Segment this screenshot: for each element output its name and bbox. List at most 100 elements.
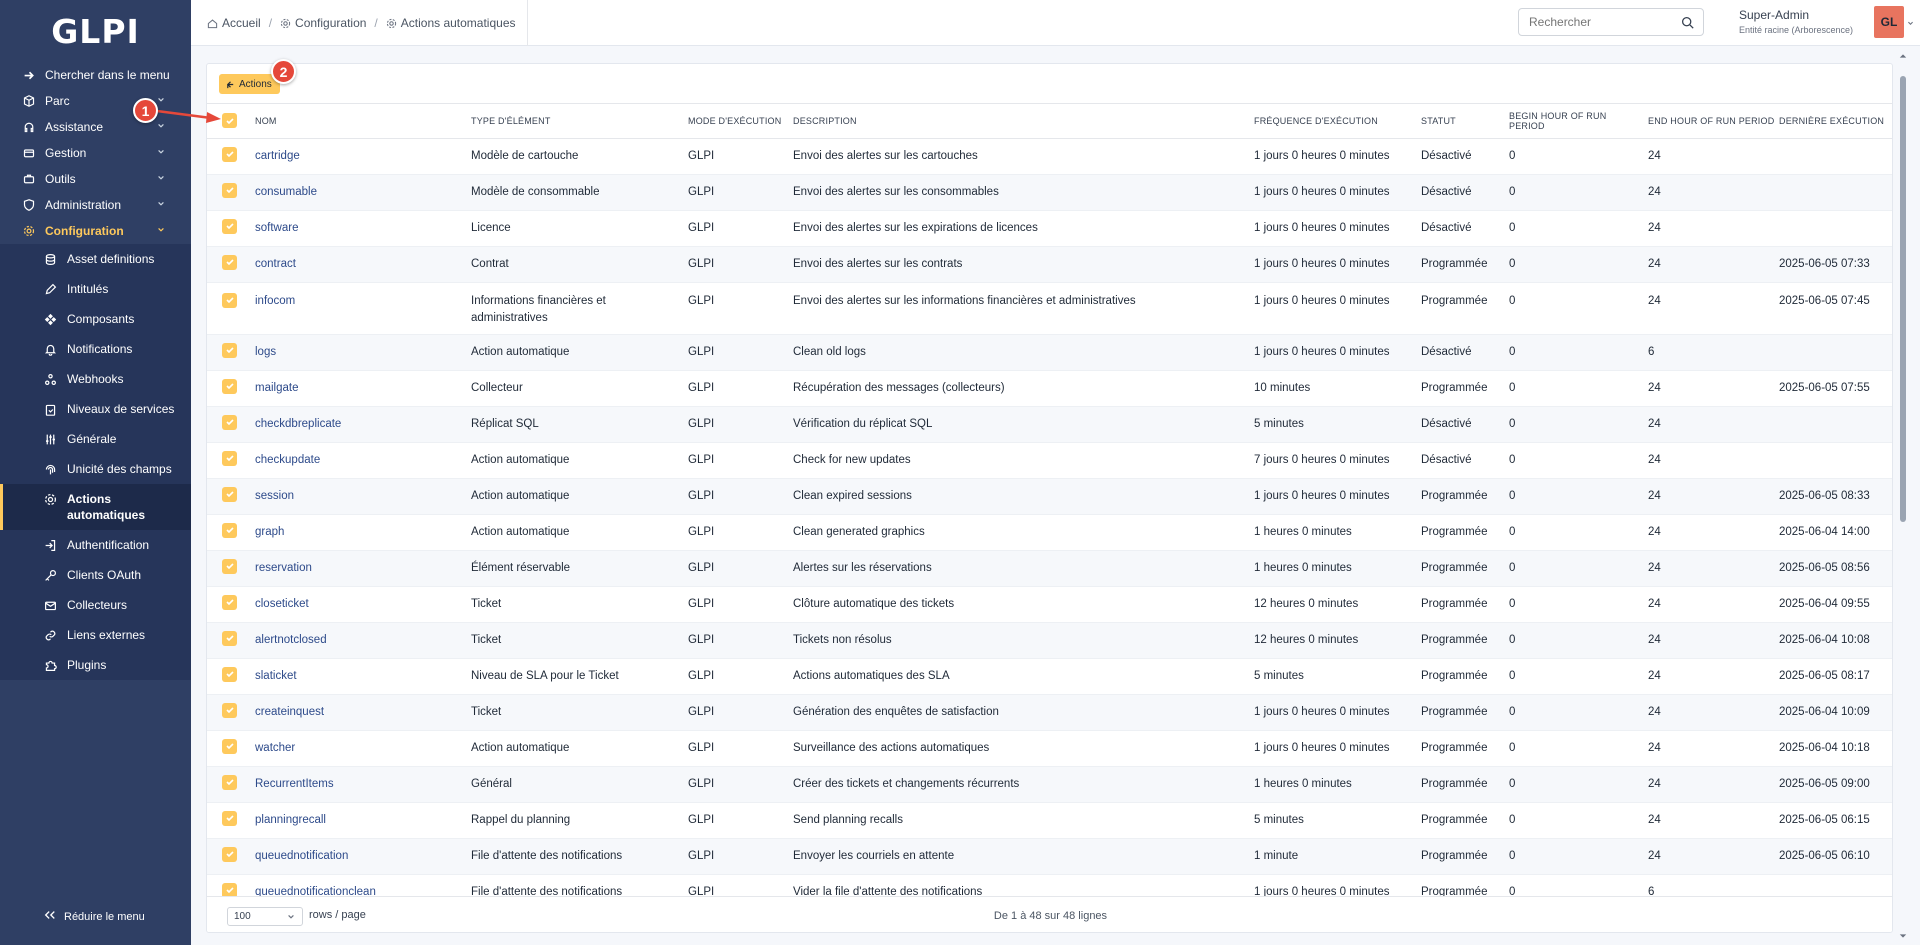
row-checkbox[interactable] <box>222 218 237 234</box>
column-header-frequence[interactable]: FRÉQUENCE D'EXÉCUTION <box>1250 104 1417 139</box>
row-checkbox[interactable] <box>222 182 237 198</box>
chevron-down-icon[interactable] <box>1907 20 1914 27</box>
sidebar-subitem-plugins[interactable]: Plugins <box>0 650 191 680</box>
cell-nom[interactable]: createinquest <box>251 694 467 731</box>
cell-nom[interactable]: closeticket <box>251 586 467 623</box>
row-checkbox[interactable] <box>222 522 237 538</box>
scroll-up-icon[interactable] <box>1899 52 1907 60</box>
cell-nom[interactable]: RecurrentItems <box>251 766 467 803</box>
cell-nom[interactable]: checkdbreplicate <box>251 406 467 443</box>
breadcrumb-actions-automatiques[interactable]: Actions automatiques <box>401 16 516 30</box>
column-header-begin-hour[interactable]: BEGIN HOUR OF RUN PERIOD <box>1505 104 1644 139</box>
glpi-logo[interactable]: GLPI <box>0 0 191 62</box>
cell-description: Envoi des alertes sur les expirations de… <box>789 210 1250 247</box>
cell-nom[interactable]: queuednotification <box>251 838 467 875</box>
cell-description: Créer des tickets et changements récurre… <box>789 766 1250 803</box>
row-checkbox[interactable] <box>222 146 237 162</box>
cell-nom[interactable]: planningrecall <box>251 802 467 839</box>
cell-nom[interactable]: infocom <box>251 282 467 335</box>
row-checkbox[interactable] <box>222 666 237 682</box>
row-checkbox[interactable] <box>222 378 237 394</box>
sidebar-search-menu[interactable]: Chercher dans le menu <box>0 62 191 88</box>
user-info[interactable]: Super-Admin Entité racine (Arborescence) <box>1739 8 1853 35</box>
sidebar-subitem-collecteurs[interactable]: Collecteurs <box>0 590 191 620</box>
cell-nom[interactable]: logs <box>251 334 467 371</box>
scrollbar-thumb[interactable] <box>1900 76 1906 522</box>
row-checkbox[interactable] <box>222 738 237 754</box>
column-header-mode[interactable]: MODE D'EXÉCUTION <box>684 104 789 139</box>
sidebar-subitem-intitules[interactable]: Intitulés <box>0 274 191 304</box>
actions-button[interactable]: Actions <box>219 74 280 94</box>
sidebar-item-gestion[interactable]: Gestion <box>0 140 191 166</box>
cell-nom[interactable]: contract <box>251 246 467 283</box>
column-header-derniere-execution[interactable]: DERNIÈRE EXÉCUTION <box>1775 104 1892 139</box>
sidebar-subitem-composants[interactable]: Composants <box>0 304 191 334</box>
cell-nom[interactable]: software <box>251 210 467 247</box>
scroll-down-icon[interactable] <box>1899 932 1907 940</box>
sidebar-subitem-liens-externes[interactable]: Liens externes <box>0 620 191 650</box>
sidebar-item-administration[interactable]: Administration <box>0 192 191 218</box>
sidebar-subitem-webhooks[interactable]: Webhooks <box>0 364 191 394</box>
breadcrumb-home[interactable]: Accueil <box>222 16 261 30</box>
row-checkbox[interactable] <box>222 846 237 862</box>
cell-nom[interactable]: queuednotificationclean <box>251 874 467 896</box>
cell-nom[interactable]: session <box>251 478 467 515</box>
row-checkbox[interactable] <box>222 342 237 358</box>
row-checkbox[interactable] <box>222 414 237 430</box>
row-checkbox[interactable] <box>222 810 237 826</box>
column-header-description[interactable]: DESCRIPTION <box>789 104 1250 139</box>
cell-nom[interactable]: slaticket <box>251 658 467 695</box>
breadcrumb-configuration[interactable]: Configuration <box>295 16 366 30</box>
cell-nom[interactable]: watcher <box>251 730 467 767</box>
column-header-nom[interactable]: NOM <box>251 104 467 139</box>
sidebar-subitem-clients-oauth[interactable]: Clients OAuth <box>0 560 191 590</box>
cell-type: Réplicat SQL <box>467 406 684 443</box>
cell-derniere-execution <box>1775 138 1892 175</box>
row-checkbox[interactable] <box>222 774 237 790</box>
cell-nom[interactable]: checkupdate <box>251 442 467 479</box>
page-scrollbar[interactable] <box>1898 46 1908 945</box>
sidebar-subitem-notifications[interactable]: Notifications <box>0 334 191 364</box>
row-checkbox[interactable] <box>222 450 237 466</box>
column-header-statut[interactable]: STATUT <box>1417 104 1505 139</box>
row-checkbox[interactable] <box>222 292 237 308</box>
cell-nom[interactable]: consumable <box>251 174 467 211</box>
search-input[interactable] <box>1519 9 1669 35</box>
cell-type: Général <box>467 766 684 803</box>
cell-statut: Programmée <box>1417 874 1505 896</box>
cell-nom[interactable]: graph <box>251 514 467 551</box>
column-header-end-hour[interactable]: END HOUR OF RUN PERIOD <box>1644 104 1775 139</box>
cell-nom[interactable]: mailgate <box>251 370 467 407</box>
row-checkbox[interactable] <box>222 254 237 270</box>
column-header-type[interactable]: TYPE D'ÉLÉMENT <box>467 104 684 139</box>
sidebar-subitem-actions-automatiques[interactable]: Actions automatiques <box>0 484 191 530</box>
row-checkbox[interactable] <box>222 630 237 646</box>
sidebar-subitem-niveaux-de-services[interactable]: Niveaux de services <box>0 394 191 424</box>
sidebar-subitem-generale[interactable]: Générale <box>0 424 191 454</box>
avatar[interactable]: GL <box>1874 6 1904 38</box>
collapse-menu-button[interactable]: Réduire le menu <box>44 910 145 923</box>
row-checkbox[interactable] <box>222 594 237 610</box>
row-checkbox[interactable] <box>222 702 237 718</box>
cell-nom[interactable]: cartridge <box>251 138 467 175</box>
sidebar-item-configuration[interactable]: Configuration <box>0 218 191 244</box>
search-icon[interactable] <box>1681 16 1694 29</box>
cell-derniere-execution: 2025-06-05 08:33 <box>1775 478 1892 515</box>
annotation-badge-2: 2 <box>271 59 296 84</box>
cell-description: Envoi des alertes sur les cartouches <box>789 138 1250 175</box>
sidebar-subitem-authentification[interactable]: Authentification <box>0 530 191 560</box>
cell-frequence: 1 jours 0 heures 0 minutes <box>1250 174 1417 211</box>
cell-description: Send planning recalls <box>789 802 1250 839</box>
row-checkbox[interactable] <box>222 882 237 896</box>
row-checkbox[interactable] <box>222 486 237 502</box>
sidebar-subitem-unicite-des-champs[interactable]: Unicité des champs <box>0 454 191 484</box>
sidebar-subitem-label: Asset definitions <box>67 252 155 266</box>
cell-nom[interactable]: alertnotclosed <box>251 622 467 659</box>
cell-mode: GLPI <box>684 370 789 407</box>
cell-nom[interactable]: reservation <box>251 550 467 587</box>
cell-statut: Programmée <box>1417 586 1505 623</box>
row-checkbox[interactable] <box>222 558 237 574</box>
sidebar-item-outils[interactable]: Outils <box>0 166 191 192</box>
cell-mode: GLPI <box>684 282 789 335</box>
sidebar-subitem-asset-definitions[interactable]: Asset definitions <box>0 244 191 274</box>
